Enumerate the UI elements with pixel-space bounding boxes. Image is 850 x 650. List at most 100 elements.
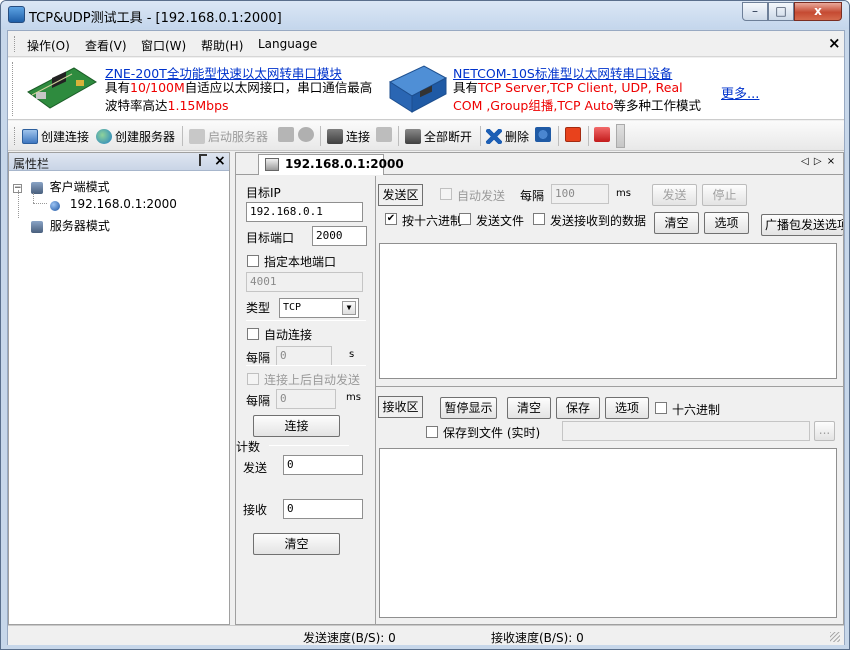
cancel-button[interactable] [298, 127, 317, 142]
send-area-label: 发送区 [378, 184, 423, 206]
auto-send-on-connect-checkbox[interactable] [247, 373, 259, 385]
new-connection-icon [22, 129, 38, 144]
module-board-image [27, 67, 97, 109]
type-select[interactable]: TCP ▼ [279, 298, 359, 318]
connect-button[interactable]: 连接 [327, 128, 370, 145]
broadcast-options-button[interactable]: 广播包发送选项 [761, 214, 843, 236]
help-button[interactable] [594, 127, 613, 142]
create-server-button[interactable]: 创建服务器 [96, 128, 175, 145]
connect-button-main[interactable]: 连接 [253, 415, 340, 437]
auto-connect-checkbox[interactable] [247, 328, 259, 340]
server-stop-button[interactable] [278, 127, 297, 142]
save-file-path-input[interactable] [562, 421, 810, 441]
recv-count-label: 接收 [243, 503, 268, 517]
recv-options-button[interactable]: 选项 [605, 397, 649, 419]
send-interval-input[interactable]: 100 [551, 184, 609, 204]
menu-window[interactable]: 窗口(W) [141, 37, 186, 54]
ad1-text: 具有 [105, 80, 131, 95]
local-port-checkbox[interactable] [247, 255, 259, 267]
menu-language[interactable]: Language [258, 37, 317, 51]
menu-operate[interactable]: 操作(O) [27, 37, 70, 54]
target-port-input[interactable]: 2000 [312, 226, 367, 246]
create-connection-button[interactable]: 创建连接 [22, 128, 89, 145]
disconnect-all-button[interactable]: 全部断开 [405, 128, 472, 145]
send-count-label: 发送 [243, 461, 268, 475]
start-server-button[interactable]: 启动服务器 [189, 128, 268, 145]
settings-button[interactable] [535, 127, 554, 142]
browse-button[interactable]: ... [814, 421, 835, 441]
ad1-desc-line1: 具有10/100M自适应以太网接口，串口通信最高 [105, 80, 372, 96]
server-stop-icon [278, 127, 294, 142]
separator [246, 365, 366, 366]
auto-send-checkbox[interactable] [440, 188, 452, 200]
recv-textarea[interactable] [379, 448, 837, 618]
connect-plug-icon [327, 129, 343, 144]
create-connection-label: 创建连接 [41, 130, 90, 144]
target-ip-input[interactable]: 192.168.0.1 [246, 202, 363, 222]
pause-display-button[interactable]: 暂停显示 [440, 397, 497, 419]
disconnect-button[interactable] [376, 127, 395, 142]
send-speed-status: 发送速度(B/S): 0 [303, 631, 396, 645]
auto-send-interval-input[interactable]: 0 [276, 389, 336, 409]
minimize-button[interactable]: – [742, 2, 768, 21]
send-received-checkbox[interactable] [533, 213, 545, 225]
send-hex-label: 按十六进制 [402, 214, 463, 228]
reconnect-interval-input[interactable]: 0 [276, 346, 332, 366]
local-port-input[interactable]: 4001 [246, 272, 363, 292]
local-port-label: 指定本地端口 [264, 255, 337, 269]
ad1-highlight: 1.15Mbps [167, 98, 229, 113]
send-textarea[interactable] [379, 243, 837, 379]
power-icon [565, 127, 581, 142]
toolbar-separator [480, 126, 481, 146]
panel-close-icon[interactable]: × [214, 153, 226, 169]
tree-node-server-mode[interactable]: 服务器模式 [31, 217, 110, 234]
recv-area-label: 接收区 [378, 396, 423, 418]
start-server-label: 启动服务器 [208, 130, 269, 144]
toolbar-separator [588, 126, 589, 146]
tab-strip: 192.168.0.1:2000 ◁ ▷ × [236, 153, 843, 175]
close-button[interactable]: x [794, 2, 842, 21]
recv-count-value: 0 [283, 499, 363, 519]
menu-bar: 操作(O) 查看(V) 窗口(W) 帮助(H) Language × [8, 31, 844, 57]
maximize-button[interactable]: □ [768, 2, 794, 21]
disconnect-icon [376, 127, 392, 142]
server-mode-label: 服务器模式 [49, 219, 110, 233]
clear-count-button[interactable]: 清空 [253, 533, 340, 555]
menu-view[interactable]: 查看(V) [85, 37, 127, 54]
tab-label: 192.168.0.1:2000 [285, 157, 404, 171]
disconnect-all-label: 全部断开 [424, 130, 473, 144]
send-file-checkbox[interactable] [459, 213, 471, 225]
send-options-button[interactable]: 选项 [704, 212, 749, 234]
connection-panel: 192.168.0.1:2000 ◁ ▷ × 目标IP 192.168.0.1 … [235, 152, 844, 625]
send-count-value: 0 [283, 455, 363, 475]
tab-nav-controls[interactable]: ◁ ▷ × [801, 156, 836, 167]
recv-clear-button[interactable]: 清空 [507, 397, 551, 419]
send-button[interactable]: 发送 [652, 184, 697, 206]
more-link[interactable]: 更多... [721, 83, 759, 102]
recv-save-button[interactable]: 保存 [556, 397, 600, 419]
menu-help[interactable]: 帮助(H) [201, 37, 243, 54]
tree-node-client-mode[interactable]: − 客户端模式 [13, 178, 110, 195]
stop-button[interactable]: 停止 [702, 184, 747, 206]
mdi-close-icon[interactable]: × [828, 34, 841, 52]
power-button[interactable] [565, 127, 584, 142]
tab-connection[interactable]: 192.168.0.1:2000 [258, 154, 404, 175]
send-hex-checkbox[interactable]: ✔ [385, 213, 397, 225]
disconnect-all-icon [405, 129, 421, 144]
send-clear-button[interactable]: 清空 [654, 212, 699, 234]
ad2-highlight: COM ,Group组播,TCP Auto [453, 98, 614, 113]
delete-label: 删除 [505, 130, 530, 144]
save-to-file-checkbox[interactable] [426, 426, 438, 438]
dropdown-arrow-icon[interactable]: ▼ [342, 301, 356, 315]
ad2-text: 具有 [453, 80, 479, 95]
delete-button[interactable]: 删除 [486, 128, 529, 145]
type-label: 类型 [246, 301, 271, 315]
app-icon [8, 6, 25, 23]
interval-unit-s: s [349, 349, 355, 360]
connection-tab-icon [265, 158, 279, 171]
resize-grip-icon[interactable] [830, 632, 840, 642]
pin-icon[interactable] [199, 154, 207, 166]
recv-hex-checkbox[interactable] [655, 402, 667, 414]
toolbar-overflow-icon[interactable] [616, 124, 625, 148]
tree-node-connection[interactable]: 192.168.0.1:2000 [50, 197, 177, 211]
